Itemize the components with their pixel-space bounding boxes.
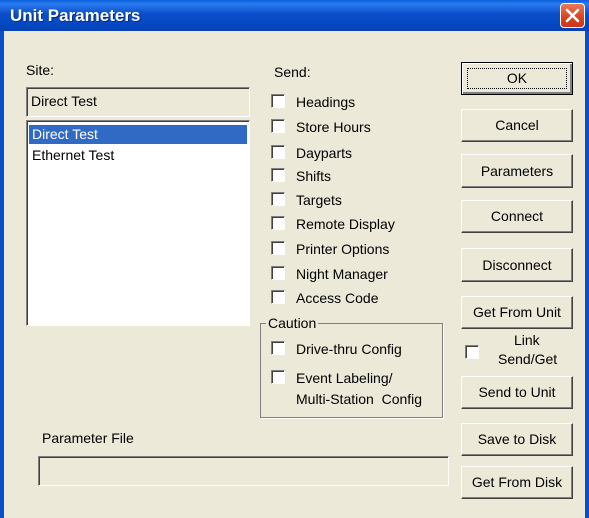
night-manager-checkbox[interactable] — [271, 266, 285, 280]
shifts-checkbox[interactable] — [271, 168, 285, 182]
caution-group-title: Caution — [266, 315, 319, 331]
parameter-file-label: Parameter File — [42, 430, 134, 446]
printer-options-label: Printer Options — [296, 241, 390, 257]
dayparts-checkbox[interactable] — [271, 145, 285, 159]
drive-thru-config-label: Drive-thru Config — [296, 341, 402, 357]
close-button[interactable] — [560, 3, 585, 28]
link-send-get-checkbox[interactable] — [465, 345, 479, 359]
store-hours-checkbox[interactable] — [271, 119, 285, 133]
disconnect-button-label: Disconnect — [482, 257, 552, 273]
site-list-item-ethernet-test[interactable]: Ethernet Test — [29, 146, 247, 165]
event-labeling-label-line2: Multi-Station Config — [296, 391, 423, 407]
site-label: Site: — [26, 62, 55, 78]
night-manager-label: Night Manager — [296, 266, 388, 282]
window-frame-left — [0, 31, 4, 518]
remote-display-label: Remote Display — [296, 216, 395, 232]
get-from-disk-button-label: Get From Disk — [471, 474, 563, 490]
send-label: Send: — [274, 64, 311, 80]
targets-checkbox[interactable] — [271, 192, 285, 206]
ok-focus-rect — [467, 68, 567, 89]
remote-display-checkbox[interactable] — [271, 216, 285, 230]
connect-button[interactable]: Connect — [461, 200, 573, 233]
ok-button[interactable]: OK — [461, 62, 573, 95]
unit-parameters-dialog: Unit Parameters Site: Direct Test Direct… — [0, 0, 589, 518]
parameters-button[interactable]: Parameters — [461, 154, 573, 188]
send-to-unit-button-label: Send to Unit — [478, 384, 556, 400]
get-from-unit-button-label: Get From Unit — [473, 304, 561, 320]
dayparts-label: Dayparts — [296, 145, 353, 161]
headings-checkbox[interactable] — [271, 94, 285, 108]
cancel-button-label: Cancel — [495, 117, 539, 133]
parameters-button-label: Parameters — [480, 163, 554, 179]
save-to-disk-button-label: Save to Disk — [477, 431, 557, 447]
site-list[interactable]: Direct Test Ethernet Test — [26, 120, 250, 326]
link-label-line1: Link — [514, 332, 540, 348]
close-icon — [565, 8, 580, 23]
get-from-unit-button[interactable]: Get From Unit — [461, 296, 573, 329]
targets-label: Targets — [296, 192, 342, 208]
window-title: Unit Parameters — [10, 6, 141, 25]
printer-options-checkbox[interactable] — [271, 241, 285, 255]
access-code-label: Access Code — [296, 290, 379, 306]
parameter-file-field[interactable] — [38, 456, 449, 486]
get-from-disk-button[interactable]: Get From Disk — [461, 466, 573, 499]
disconnect-button[interactable]: Disconnect — [461, 248, 573, 282]
headings-label: Headings — [296, 94, 356, 110]
window-frame-right — [585, 31, 589, 518]
link-label-line2: Send/Get — [498, 351, 558, 367]
access-code-checkbox[interactable] — [271, 290, 285, 304]
send-to-unit-button[interactable]: Send to Unit — [461, 376, 573, 409]
event-labeling-checkbox[interactable] — [271, 370, 285, 384]
connect-button-label: Connect — [490, 208, 544, 224]
title-bar[interactable]: Unit Parameters — [0, 0, 589, 31]
cancel-button[interactable]: Cancel — [461, 109, 573, 142]
shifts-label: Shifts — [296, 168, 332, 184]
site-field: Direct Test — [26, 87, 250, 117]
store-hours-label: Store Hours — [296, 119, 371, 135]
drive-thru-config-checkbox[interactable] — [271, 341, 285, 355]
event-labeling-label-line1: Event Labeling/ — [296, 370, 393, 386]
save-to-disk-button[interactable]: Save to Disk — [461, 423, 573, 456]
site-list-item-direct-test[interactable]: Direct Test — [29, 125, 247, 144]
